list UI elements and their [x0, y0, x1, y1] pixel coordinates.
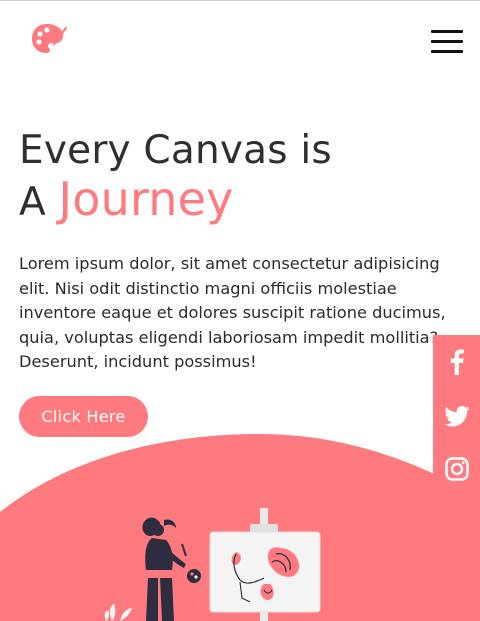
- click-here-button[interactable]: Click Here: [19, 396, 148, 437]
- woman-painting-illustration: [104, 508, 321, 621]
- hero-title-accent: Journey: [58, 172, 234, 226]
- palette-icon[interactable]: [30, 22, 68, 56]
- hero-title: Every Canvas is A Journey: [19, 127, 332, 227]
- menu-bar: [431, 50, 463, 53]
- menu-bar: [431, 30, 463, 33]
- top-border: [0, 0, 480, 1]
- menu-bar: [431, 40, 463, 43]
- hamburger-menu-icon[interactable]: [431, 30, 463, 54]
- instagram-glyph: [444, 457, 469, 481]
- hero-title-line1: Every Canvas is: [19, 128, 332, 173]
- palette-logo-svg: [32, 24, 67, 53]
- twitter-glyph: [443, 405, 470, 426]
- facebook-icon[interactable]: [433, 341, 480, 383]
- instagram-icon[interactable]: [433, 448, 480, 490]
- hero-paragraph: Lorem ipsum dolor, sit amet consectetur …: [19, 254, 446, 372]
- facebook-glyph: [450, 349, 464, 375]
- social-sidebar: [433, 335, 480, 500]
- hero-title-prefix: A: [19, 180, 46, 225]
- twitter-icon[interactable]: [433, 395, 480, 437]
- hero-title-line2: A Journey: [19, 175, 332, 227]
